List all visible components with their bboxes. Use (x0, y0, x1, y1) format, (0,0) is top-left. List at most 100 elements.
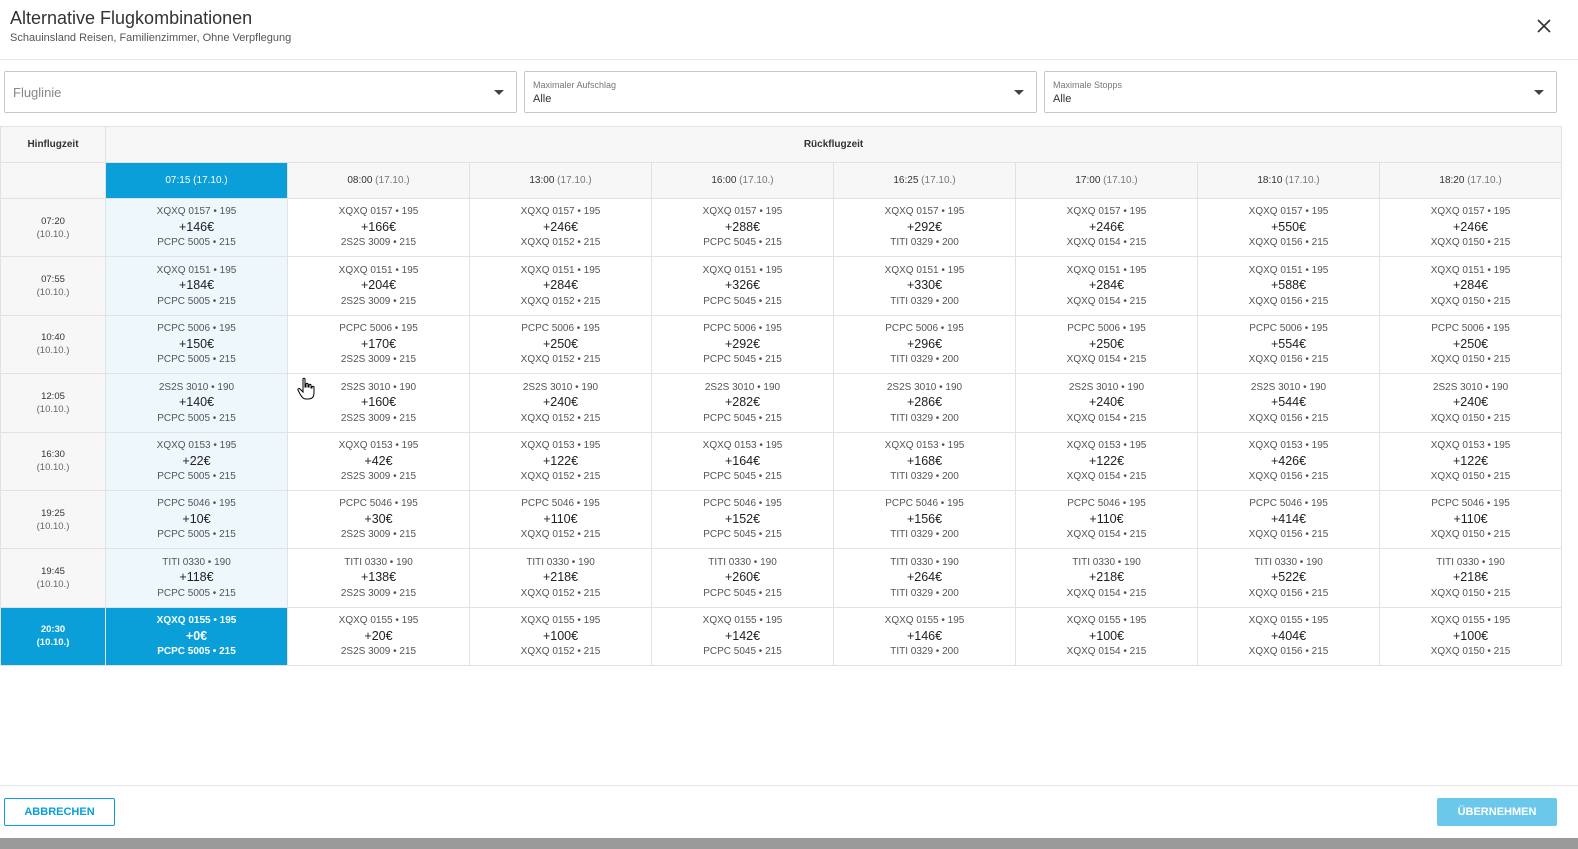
combination-cell[interactable]: XQXQ 0153 • 195 +164€ PCPC 5045 • 215 (651, 431, 834, 491)
combination-cell[interactable]: PCPC 5006 • 195 +150€ PCPC 5005 • 215 (105, 314, 288, 375)
combination-cell[interactable]: TITI 0330 • 190 +138€ 2S2S 3009 • 215 (287, 548, 470, 608)
combination-cell[interactable]: XQXQ 0157 • 195 +288€ PCPC 5045 • 215 (651, 197, 834, 258)
combination-cell[interactable]: PCPC 5046 • 195 +414€ XQXQ 0156 • 215 (1197, 489, 1380, 550)
airline-select-placeholder: Fluglinie (13, 85, 62, 100)
combination-cell[interactable]: 2S2S 3010 • 190 +282€ PCPC 5045 • 215 (651, 373, 834, 433)
return-time-column-0[interactable]: 07:15 (17.10.) (105, 162, 288, 199)
combination-cell[interactable]: TITI 0330 • 190 +218€ XQXQ 0150 • 215 (1378, 548, 1563, 608)
combination-cell[interactable]: XQXQ 0157 • 195 +246€ XQXQ 0154 • 215 (1015, 197, 1198, 258)
combination-cell[interactable]: PCPC 5006 • 195 +250€ XQXQ 0150 • 215 (1378, 314, 1563, 375)
combination-cell[interactable]: XQXQ 0153 • 195 +122€ XQXQ 0154 • 215 (1015, 431, 1198, 491)
combination-cell[interactable]: XQXQ 0157 • 195 +246€ XQXQ 0150 • 215 (1378, 197, 1563, 258)
combination-cell[interactable]: 2S2S 3010 • 190 +286€ TITI 0329 • 200 (833, 373, 1016, 433)
combination-cell[interactable]: TITI 0330 • 190 +118€ PCPC 5005 • 215 (105, 548, 288, 608)
combination-cell[interactable]: PCPC 5046 • 195 +10€ PCPC 5005 • 215 (105, 489, 288, 550)
combination-cell[interactable]: 2S2S 3010 • 190 +140€ PCPC 5005 • 215 (105, 373, 288, 433)
combination-cell[interactable]: XQXQ 0157 • 195 +292€ TITI 0329 • 200 (833, 197, 1016, 258)
combination-cell[interactable]: XQXQ 0153 • 195 +426€ XQXQ 0156 • 215 (1197, 431, 1380, 491)
return-time-column-4[interactable]: 16:25 (17.10.) (833, 162, 1016, 199)
combination-cell[interactable]: PCPC 5046 • 195 +110€ XQXQ 0152 • 215 (469, 489, 652, 550)
return-flight: 2S2S 3009 • 215 (340, 471, 417, 482)
outbound-time-row-7[interactable]: 20:30 (10.10.) (0, 606, 106, 667)
combination-cell[interactable]: XQXQ 0153 • 195 +42€ 2S2S 3009 • 215 (287, 431, 470, 491)
return-flight: XQXQ 0150 • 215 (1430, 237, 1511, 249)
combination-cell[interactable]: XQXQ 0151 • 195 +284€ XQXQ 0150 • 215 (1378, 256, 1563, 316)
combination-cell[interactable]: XQXQ 0153 • 195 +122€ XQXQ 0152 • 215 (469, 431, 652, 491)
combination-cell[interactable]: XQXQ 0155 • 195 +0€ PCPC 5005 • 215 (105, 606, 288, 667)
combination-cell[interactable]: 2S2S 3010 • 190 +240€ XQXQ 0154 • 215 (1015, 373, 1198, 433)
return-time-column-7[interactable]: 18:20 (17.10.) (1378, 162, 1563, 199)
combination-cell[interactable]: PCPC 5046 • 195 +110€ XQXQ 0154 • 215 (1015, 489, 1198, 550)
combination-cell[interactable]: XQXQ 0151 • 195 +204€ 2S2S 3009 • 215 (287, 256, 470, 316)
close-button[interactable] (1534, 16, 1554, 36)
filter-bar: Fluglinie Maximaler Aufschlag Alle Maxim… (4, 71, 1558, 113)
combination-cell[interactable]: PCPC 5046 • 195 +30€ 2S2S 3009 • 215 (287, 489, 470, 550)
outbound-time-row-5[interactable]: 19:25 (10.10.) (0, 489, 106, 550)
max-stops-select[interactable]: Maximale Stopps Alle (1044, 71, 1557, 113)
combination-cell[interactable]: XQXQ 0153 • 195 +168€ TITI 0329 • 200 (833, 431, 1016, 491)
surcharge-price: +160€ (360, 395, 397, 410)
combination-cell[interactable]: XQXQ 0155 • 195 +20€ 2S2S 3009 • 215 (287, 606, 470, 667)
outbound-flight: XQXQ 0153 • 195 (1066, 440, 1147, 451)
outbound-time-row-4[interactable]: 16:30 (10.10.) (0, 431, 106, 491)
combination-cell[interactable]: XQXQ 0151 • 195 +184€ PCPC 5005 • 215 (105, 256, 288, 316)
combination-cell[interactable]: XQXQ 0157 • 195 +166€ 2S2S 3009 • 215 (287, 197, 470, 258)
combination-cell[interactable]: PCPC 5006 • 195 +554€ XQXQ 0156 • 215 (1197, 314, 1380, 375)
cancel-button[interactable]: ABBRECHEN (4, 798, 115, 826)
airline-select[interactable]: Fluglinie (4, 71, 517, 113)
combination-cell[interactable]: XQXQ 0155 • 195 +100€ XQXQ 0150 • 215 (1378, 606, 1563, 667)
combination-cell[interactable]: XQXQ 0155 • 195 +100€ XQXQ 0154 • 215 (1015, 606, 1198, 667)
combination-cell[interactable]: PCPC 5006 • 195 +250€ XQXQ 0152 • 215 (469, 314, 652, 375)
combination-cell[interactable]: PCPC 5006 • 195 +170€ 2S2S 3009 • 215 (287, 314, 470, 375)
outbound-time-row-2[interactable]: 10:40 (10.10.) (0, 314, 106, 375)
outbound-time-row-6[interactable]: 19:45 (10.10.) (0, 548, 106, 608)
apply-button[interactable]: ÜBERNEHMEN (1437, 798, 1557, 826)
combination-cell[interactable]: XQXQ 0157 • 195 +146€ PCPC 5005 • 215 (105, 197, 288, 258)
combination-cell[interactable]: XQXQ 0155 • 195 +404€ XQXQ 0156 • 215 (1197, 606, 1380, 667)
combination-cell[interactable]: TITI 0330 • 190 +260€ PCPC 5045 • 215 (651, 548, 834, 608)
combination-cell[interactable]: XQXQ 0151 • 195 +330€ TITI 0329 • 200 (833, 256, 1016, 316)
combination-cell[interactable]: PCPC 5006 • 195 +296€ TITI 0329 • 200 (833, 314, 1016, 375)
combination-cell[interactable]: XQXQ 0151 • 195 +588€ XQXQ 0156 • 215 (1197, 256, 1380, 316)
surcharge-price: +122€ (1452, 453, 1489, 468)
combination-cell[interactable]: TITI 0330 • 190 +264€ TITI 0329 • 200 (833, 548, 1016, 608)
outbound-time-row-0[interactable]: 07:20 (10.10.) (0, 197, 106, 258)
return-time-column-3[interactable]: 16:00 (17.10.) (651, 162, 834, 199)
outbound-time: 16:30 (41, 449, 65, 461)
combination-cell[interactable]: XQXQ 0157 • 195 +246€ XQXQ 0152 • 215 (469, 197, 652, 258)
combination-cell[interactable]: XQXQ 0151 • 195 +326€ PCPC 5045 • 215 (651, 256, 834, 316)
combination-cell[interactable]: XQXQ 0155 • 195 +142€ PCPC 5045 • 215 (651, 606, 834, 667)
table-row: 07:55 (10.10.) XQXQ 0151 • 195 +184€ PCPC 50… (0, 256, 1563, 316)
return-time: 16:00 (711, 175, 737, 186)
combination-cell[interactable]: PCPC 5046 • 195 +110€ XQXQ 0150 • 215 (1378, 489, 1563, 550)
combination-cell[interactable]: XQXQ 0157 • 195 +550€ XQXQ 0156 • 215 (1197, 197, 1380, 258)
max-surcharge-select[interactable]: Maximaler Aufschlag Alle (524, 71, 1037, 113)
outbound-time-row-3[interactable]: 12:05 (10.10.) (0, 373, 106, 433)
combination-cell[interactable]: XQXQ 0155 • 195 +146€ TITI 0329 • 200 (833, 606, 1016, 667)
outbound-flight: XQXQ 0157 • 195 (1066, 206, 1147, 218)
combination-cell[interactable]: PCPC 5006 • 195 +250€ XQXQ 0154 • 215 (1015, 314, 1198, 375)
return-time-column-6[interactable]: 18:10 (17.10.) (1197, 162, 1380, 199)
combination-cell[interactable]: 2S2S 3010 • 190 +240€ XQXQ 0152 • 215 (469, 373, 652, 433)
combination-cell[interactable]: XQXQ 0155 • 195 +100€ XQXQ 0152 • 215 (469, 606, 652, 667)
combination-cell[interactable]: XQXQ 0151 • 195 +284€ XQXQ 0154 • 215 (1015, 256, 1198, 316)
combination-cell[interactable]: 2S2S 3010 • 190 +160€ 2S2S 3009 • 215 (287, 373, 470, 433)
return-time-column-5[interactable]: 17:00 (17.10.) (1015, 162, 1198, 199)
combination-cell[interactable]: PCPC 5006 • 195 +292€ PCPC 5045 • 215 (651, 314, 834, 375)
combination-cell[interactable]: TITI 0330 • 190 +218€ XQXQ 0152 • 215 (469, 548, 652, 608)
return-time-column-1[interactable]: 08:00 (17.10.) (287, 162, 470, 199)
combination-cell[interactable]: 2S2S 3010 • 190 +544€ XQXQ 0156 • 215 (1197, 373, 1380, 433)
combination-cell[interactable]: PCPC 5046 • 195 +152€ PCPC 5045 • 215 (651, 489, 834, 550)
combination-cell[interactable]: 2S2S 3010 • 190 +240€ XQXQ 0150 • 215 (1378, 373, 1563, 433)
combination-cell[interactable]: PCPC 5046 • 195 +156€ TITI 0329 • 200 (833, 489, 1016, 550)
combination-cell[interactable]: XQXQ 0153 • 195 +22€ PCPC 5005 • 215 (105, 431, 288, 491)
combination-cell[interactable]: XQXQ 0153 • 195 +122€ XQXQ 0150 • 215 (1378, 431, 1563, 491)
combination-cell[interactable]: XQXQ 0151 • 195 +284€ XQXQ 0152 • 215 (469, 256, 652, 316)
combination-cell[interactable]: TITI 0330 • 190 +218€ XQXQ 0154 • 215 (1015, 548, 1198, 608)
return-flight: XQXQ 0154 • 215 (1066, 587, 1147, 599)
surcharge-price: +218€ (1088, 570, 1125, 585)
outbound-time-row-1[interactable]: 07:55 (10.10.) (0, 256, 106, 316)
return-date: (17.10.) (193, 175, 228, 186)
return-time-column-2[interactable]: 13:00 (17.10.) (469, 162, 652, 199)
combination-cell[interactable]: TITI 0330 • 190 +522€ XQXQ 0156 • 215 (1197, 548, 1380, 608)
